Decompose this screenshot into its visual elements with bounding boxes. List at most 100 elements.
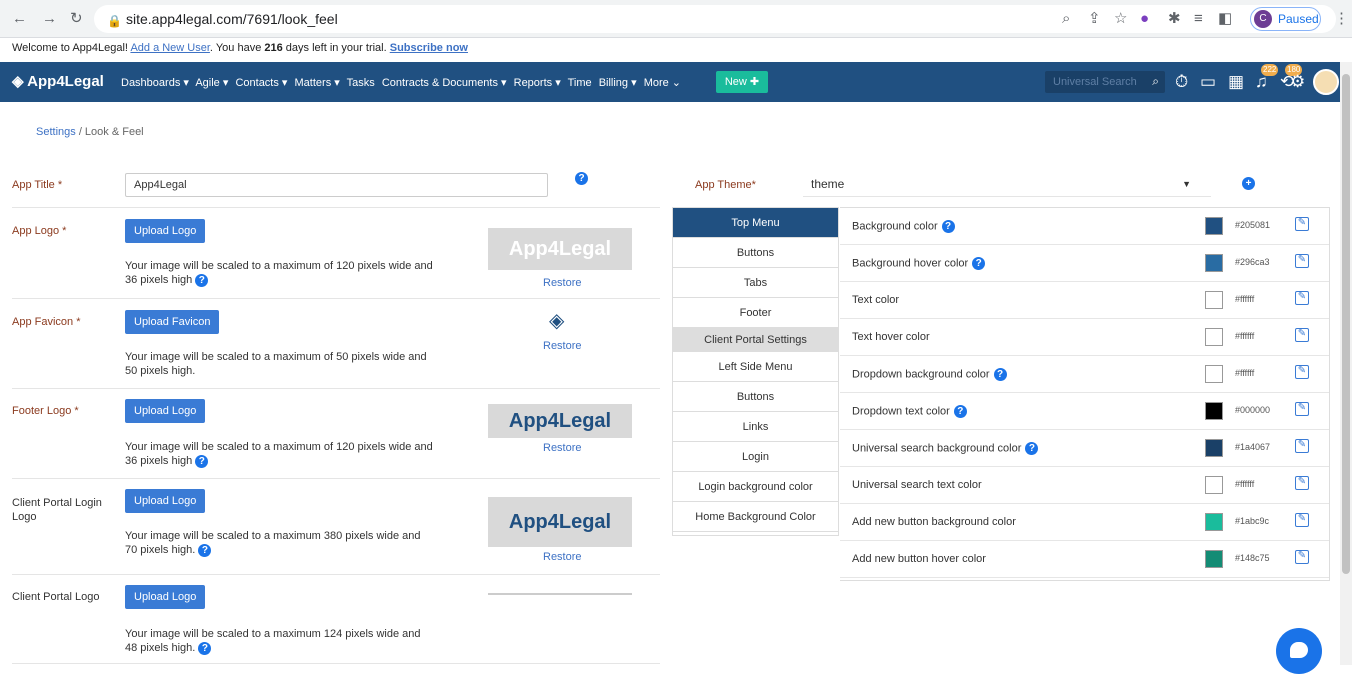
color-swatch[interactable]: [1205, 476, 1223, 494]
upload-app-logo-button[interactable]: Upload Logo: [125, 219, 206, 243]
help-icon[interactable]: ?: [198, 641, 212, 655]
edit-icon[interactable]: ✎: [1295, 328, 1309, 342]
menu-time[interactable]: Time: [568, 77, 592, 89]
color-swatch[interactable]: [1205, 291, 1223, 309]
edit-icon[interactable]: ✎: [1295, 476, 1309, 490]
edit-icon[interactable]: ✎: [1295, 513, 1309, 527]
menu-contacts[interactable]: Contacts ▾: [235, 77, 287, 89]
share-icon[interactable]: ⇪: [1088, 9, 1101, 29]
color-row: Text hover color #ffffff ✎: [840, 319, 1329, 356]
sidenav-tabs[interactable]: Tabs: [673, 268, 838, 298]
menu-contracts[interactable]: Contracts & Documents ▾: [382, 77, 507, 89]
forward-icon[interactable]: →: [42, 9, 57, 29]
divider: [12, 298, 660, 299]
app-title-input[interactable]: App4Legal: [125, 173, 548, 197]
upload-client-portal-logo-button[interactable]: Upload Logo: [125, 585, 206, 609]
help-icon[interactable]: ?: [575, 172, 588, 185]
color-swatch[interactable]: [1205, 439, 1223, 457]
subscribe-link[interactable]: Subscribe now: [390, 42, 468, 54]
app-theme-value: theme: [811, 177, 845, 191]
color-swatch[interactable]: [1205, 328, 1223, 346]
upload-client-portal-login-logo-button[interactable]: Upload Logo: [125, 489, 206, 513]
sidenav-home-background-color[interactable]: Home Background Color: [673, 502, 838, 532]
sidenav-login[interactable]: Login: [673, 442, 838, 472]
upload-favicon-button[interactable]: Upload Favicon: [125, 310, 220, 334]
help-icon[interactable]: ?: [953, 405, 967, 418]
restore-app-logo-link[interactable]: Restore: [543, 277, 582, 289]
edit-icon[interactable]: ✎: [1295, 291, 1309, 305]
menu-matters[interactable]: Matters ▾: [295, 77, 340, 89]
chat-widget-button[interactable]: [1276, 628, 1322, 674]
lock-icon[interactable]: 🔒: [107, 11, 122, 31]
extension-icon[interactable]: ●: [1140, 9, 1149, 29]
upload-footer-logo-button[interactable]: Upload Logo: [125, 399, 206, 423]
help-icon[interactable]: ?: [941, 220, 955, 233]
sidenav-links[interactable]: Links: [673, 412, 838, 442]
menu-dashboards[interactable]: Dashboards ▾: [121, 77, 189, 89]
help-icon[interactable]: ?: [1025, 442, 1039, 455]
app-theme-select[interactable]: theme ▼: [803, 173, 1211, 197]
help-icon[interactable]: ?: [195, 454, 209, 468]
restore-footer-logo-link[interactable]: Restore: [543, 442, 582, 454]
edit-icon[interactable]: ✎: [1295, 439, 1309, 453]
color-name: Text hover color: [852, 331, 930, 343]
reading-list-icon[interactable]: ≡: [1194, 9, 1203, 29]
edit-icon[interactable]: ✎: [1295, 550, 1309, 564]
color-swatch[interactable]: [1205, 402, 1223, 420]
new-button[interactable]: New ✚: [716, 71, 768, 93]
edit-icon[interactable]: ✎: [1295, 254, 1309, 268]
page-scrollbar[interactable]: [1340, 62, 1352, 665]
add-user-link[interactable]: Add a New User: [130, 42, 209, 54]
sidenav-portal-buttons[interactable]: Buttons: [673, 382, 838, 412]
chevron-down-icon[interactable]: ▼: [1182, 173, 1191, 195]
url-text[interactable]: site.app4legal.com/7691/look_feel: [126, 11, 338, 27]
breadcrumb-settings[interactable]: Settings: [36, 126, 76, 138]
restore-favicon-link[interactable]: Restore: [543, 340, 582, 352]
gear-icon[interactable]: ⚙: [1290, 72, 1305, 92]
reload-icon[interactable]: ↻: [70, 9, 83, 29]
menu-billing[interactable]: Billing ▾: [599, 77, 637, 89]
puzzle-icon[interactable]: ✱: [1168, 9, 1181, 29]
profile-paused-button[interactable]: C Paused: [1250, 7, 1321, 31]
brand-logo[interactable]: ◈ App4Legal: [12, 72, 104, 90]
calendar-icon[interactable]: ▦: [1228, 72, 1244, 92]
help-icon[interactable]: ?: [993, 368, 1007, 381]
color-row: Add new button background color #1abc9c ✎: [840, 504, 1329, 541]
sidenav-left-side-menu[interactable]: Left Side Menu: [673, 352, 838, 382]
sidenav-login-background-color[interactable]: Login background color: [673, 472, 838, 502]
restore-client-portal-login-logo-link[interactable]: Restore: [543, 551, 582, 563]
user-avatar[interactable]: [1313, 69, 1339, 95]
zoom-icon[interactable]: ⌕: [1062, 9, 1070, 29]
color-name: Text color: [852, 294, 900, 306]
menu-reports[interactable]: Reports ▾: [514, 77, 561, 89]
color-swatch[interactable]: [1205, 254, 1223, 272]
help-icon[interactable]: ?: [972, 257, 986, 270]
menu-tasks[interactable]: Tasks: [347, 77, 375, 89]
timer-icon[interactable]: ⏱: [1175, 72, 1188, 92]
color-swatch[interactable]: [1205, 513, 1223, 531]
video-icon[interactable]: ▭: [1200, 72, 1216, 92]
color-swatch[interactable]: [1205, 550, 1223, 568]
edit-icon[interactable]: ✎: [1295, 402, 1309, 416]
edit-icon[interactable]: ✎: [1295, 217, 1309, 231]
menu-agile[interactable]: Agile ▾: [195, 77, 228, 89]
kebab-menu-icon[interactable]: ⋮: [1334, 9, 1349, 29]
add-theme-icon[interactable]: +: [1242, 177, 1255, 190]
help-icon[interactable]: ?: [195, 273, 209, 287]
menu-more[interactable]: More ⌄: [644, 77, 681, 89]
trial-banner: Welcome to App4Legal! Add a New User. Yo…: [0, 38, 1352, 62]
color-name: Universal search background color?: [852, 442, 1039, 455]
help-icon[interactable]: ?: [198, 543, 212, 557]
edit-icon[interactable]: ✎: [1295, 365, 1309, 379]
side-panel-icon[interactable]: ◧: [1218, 9, 1232, 29]
back-icon[interactable]: ←: [12, 9, 27, 29]
sidenav-footer[interactable]: Footer: [673, 298, 838, 328]
color-swatch[interactable]: [1205, 217, 1223, 235]
search-icon[interactable]: ⌕: [1152, 74, 1159, 89]
universal-search-input[interactable]: Universal Search ⌕: [1045, 71, 1165, 93]
color-swatch[interactable]: [1205, 365, 1223, 383]
bookmark-star-icon[interactable]: ☆: [1114, 9, 1127, 29]
sidenav-buttons[interactable]: Buttons: [673, 238, 838, 268]
sidenav-top-menu[interactable]: Top Menu: [673, 208, 838, 238]
scrollbar-thumb[interactable]: [1342, 74, 1350, 574]
